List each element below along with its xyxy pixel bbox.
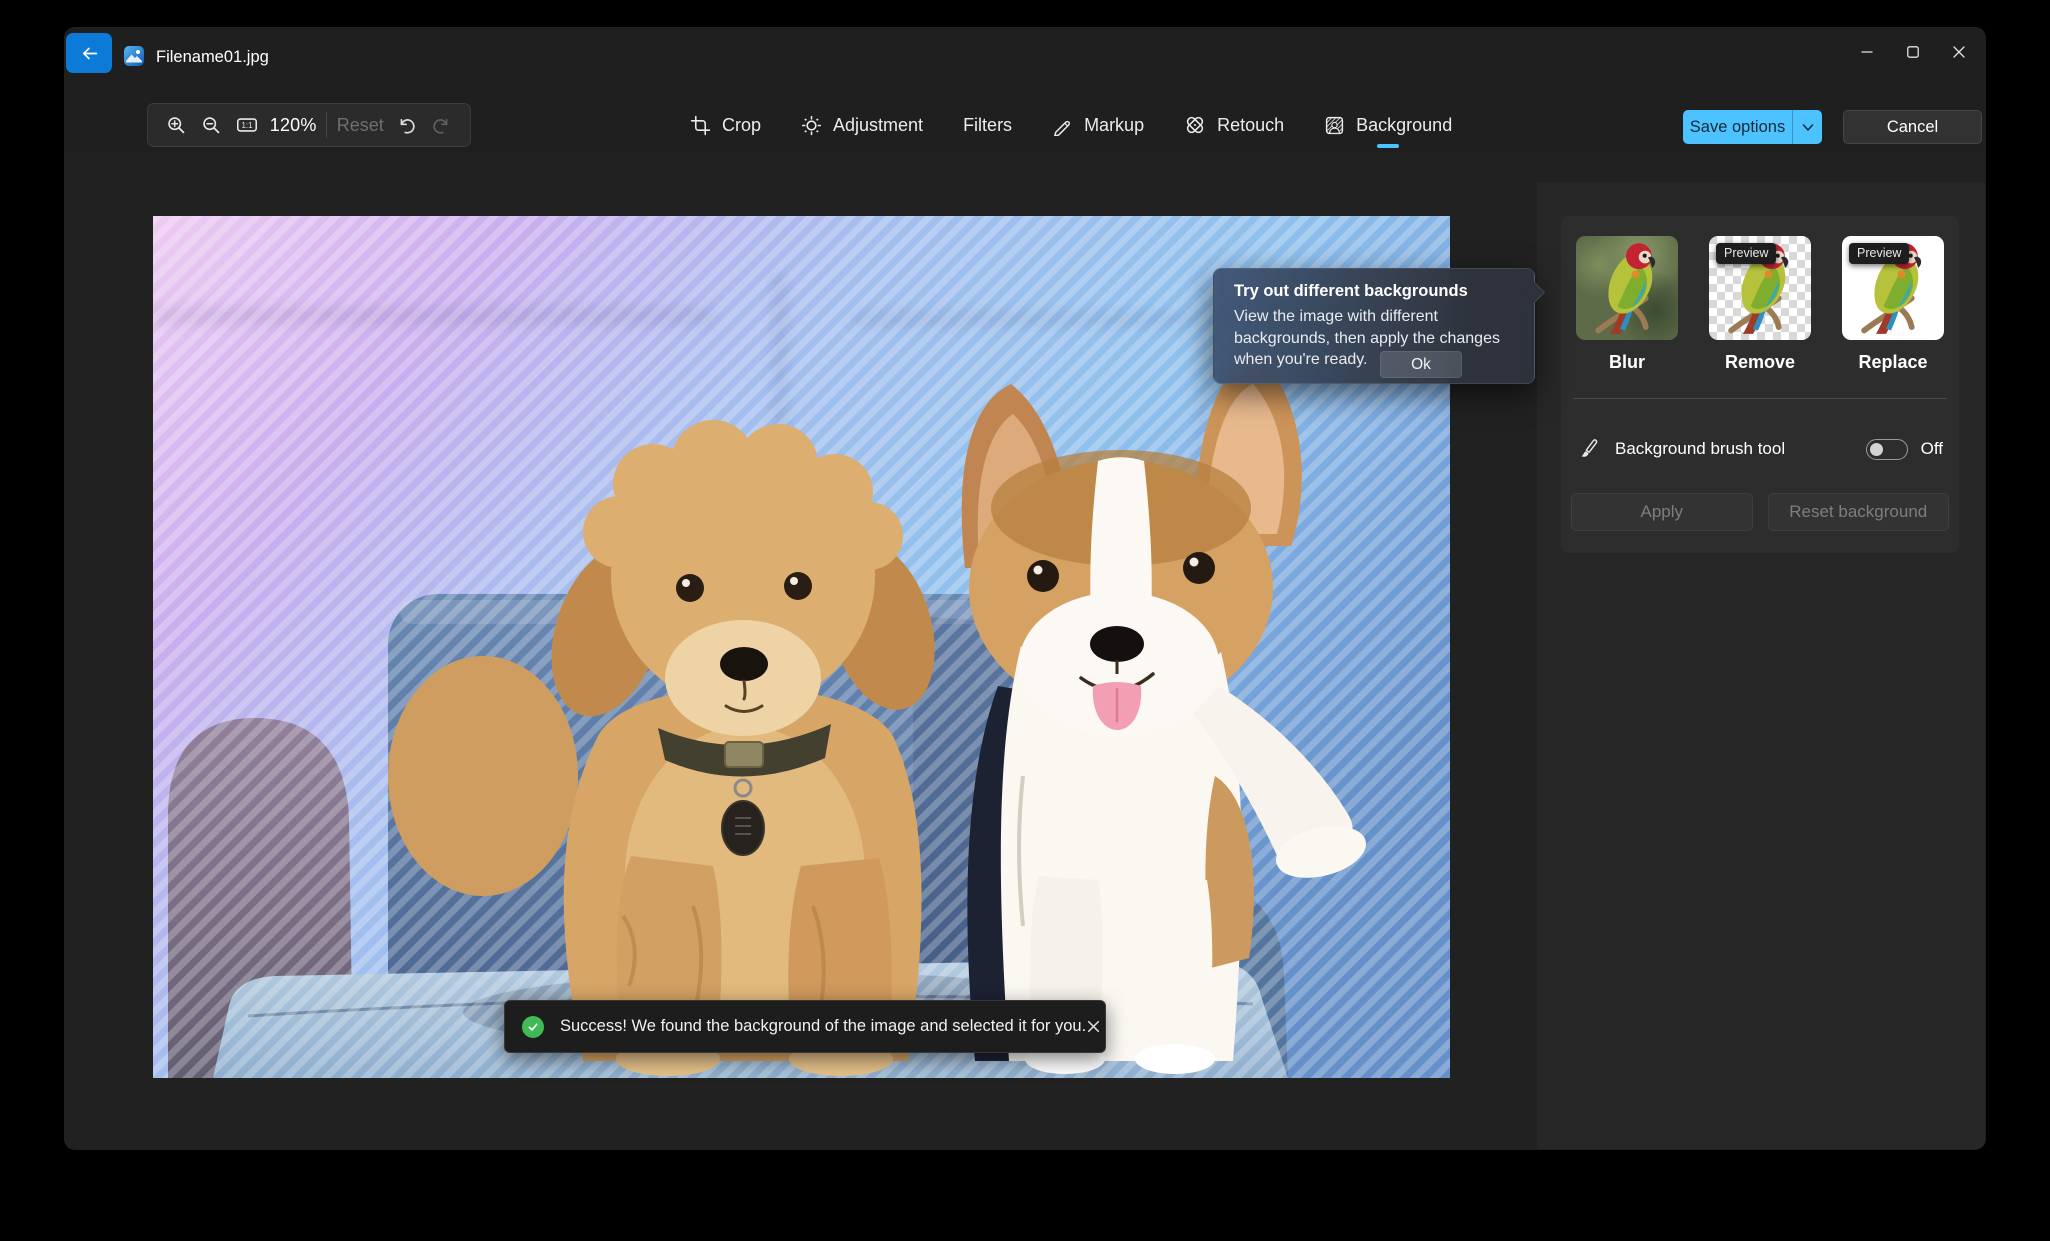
undo-button[interactable] — [393, 110, 419, 140]
editor-tabs: Crop Adjustment Filters — [690, 103, 1452, 147]
background-brush-row: Background brush tool Off — [1578, 428, 1943, 470]
success-check-icon — [522, 1016, 544, 1038]
maximize-button[interactable] — [1890, 33, 1936, 71]
parrot-preview-image — [1576, 236, 1678, 340]
option-blur[interactable]: Blur — [1576, 236, 1678, 373]
zoom-controls-group: 1:1 120% Reset — [147, 103, 471, 147]
replace-thumbnail: Preview — [1842, 236, 1944, 340]
crop-icon — [690, 115, 711, 136]
tab-background[interactable]: Background — [1324, 115, 1452, 136]
brush-tool-toggle[interactable] — [1866, 439, 1908, 460]
tab-crop[interactable]: Crop — [690, 115, 761, 136]
maximize-icon — [1903, 42, 1923, 62]
reset-zoom-button[interactable]: Reset — [337, 115, 384, 136]
zoom-in-button[interactable] — [163, 110, 189, 140]
preview-badge: Preview — [1716, 243, 1776, 264]
option-label: Blur — [1576, 352, 1678, 373]
zoom-out-icon — [201, 115, 222, 136]
zoom-in-icon — [166, 115, 187, 136]
toggle-knob — [1870, 443, 1883, 456]
option-remove[interactable]: Preview Remove — [1709, 236, 1811, 373]
tab-label: Crop — [722, 115, 761, 136]
background-options-card: Blur Preview Remove Preview — [1561, 216, 1959, 553]
tab-label: Background — [1356, 115, 1452, 136]
remove-thumbnail: Preview — [1709, 236, 1811, 340]
markup-pen-icon — [1052, 115, 1073, 136]
cancel-button[interactable]: Cancel — [1843, 110, 1982, 144]
undo-icon — [396, 115, 417, 136]
background-options: Blur Preview Remove Preview — [1576, 236, 1944, 373]
close-icon — [1949, 42, 1969, 62]
option-label: Remove — [1709, 352, 1811, 373]
photos-app-icon — [123, 45, 145, 67]
panel-actions: Apply Reset background — [1571, 493, 1949, 531]
background-panel: Blur Preview Remove Preview — [1537, 182, 1985, 1149]
reset-background-button[interactable]: Reset background — [1768, 493, 1950, 531]
tab-label: Retouch — [1217, 115, 1284, 136]
save-options-button[interactable]: Save options — [1683, 110, 1822, 144]
redo-button[interactable] — [429, 110, 455, 140]
tab-filters[interactable]: Filters — [963, 115, 1012, 136]
editor-toolbar: 1:1 120% Reset — [65, 103, 1985, 153]
toolbar-divider — [326, 112, 327, 138]
minimize-button[interactable] — [1844, 33, 1890, 71]
adjustment-icon — [801, 115, 822, 136]
success-toast: Success! We found the background of the … — [504, 1000, 1106, 1053]
tooltip-ok-button[interactable]: Ok — [1380, 351, 1462, 378]
close-icon — [1086, 1019, 1101, 1034]
window-title: Filename01.jpg — [156, 48, 269, 67]
photos-app-window: Filename01.jpg — [65, 28, 1985, 1149]
toast-close-button[interactable] — [1086, 1011, 1101, 1043]
active-tab-underline — [1377, 144, 1399, 148]
brush-icon — [1578, 437, 1602, 461]
window-controls — [1844, 33, 1982, 71]
zoom-out-button[interactable] — [199, 110, 225, 140]
brush-tool-label: Background brush tool — [1615, 439, 1785, 459]
save-options-dropdown[interactable] — [1792, 110, 1822, 144]
tooltip-title: Try out different backgrounds — [1234, 282, 1514, 301]
apply-button[interactable]: Apply — [1571, 493, 1753, 531]
tab-label: Markup — [1084, 115, 1144, 136]
actual-size-button[interactable]: 1:1 — [234, 110, 260, 140]
background-icon — [1324, 115, 1345, 136]
desktop: Filename01.jpg — [0, 0, 2050, 1241]
brush-tool-state: Off — [1921, 439, 1943, 459]
chevron-down-icon — [1802, 123, 1814, 132]
tooltip-body: View the image with different background… — [1234, 306, 1522, 371]
minimize-icon — [1857, 42, 1877, 62]
one-to-one-icon: 1:1 — [236, 114, 258, 136]
panel-divider — [1573, 398, 1947, 399]
blur-thumbnail — [1576, 236, 1678, 340]
redo-icon — [431, 115, 452, 136]
zoom-level-value: 120% — [270, 115, 317, 136]
svg-text:1:1: 1:1 — [242, 121, 254, 130]
tab-adjustment[interactable]: Adjustment — [801, 115, 923, 136]
option-label: Replace — [1842, 352, 1944, 373]
retouch-bandage-icon — [1184, 114, 1206, 136]
background-teaching-tip: Try out different backgrounds View the i… — [1213, 268, 1535, 384]
tab-retouch[interactable]: Retouch — [1184, 114, 1284, 136]
title-bar: Filename01.jpg — [65, 28, 1985, 86]
tab-label: Filters — [963, 115, 1012, 136]
tab-label: Adjustment — [833, 115, 923, 136]
option-replace[interactable]: Preview Replace — [1842, 236, 1944, 373]
tab-markup[interactable]: Markup — [1052, 115, 1144, 136]
toast-message: Success! We found the background of the … — [560, 1017, 1086, 1036]
save-options-label: Save options — [1683, 110, 1792, 144]
close-button[interactable] — [1936, 33, 1982, 71]
back-arrow-icon — [80, 44, 99, 63]
back-button[interactable] — [66, 33, 112, 73]
preview-badge: Preview — [1849, 243, 1909, 264]
